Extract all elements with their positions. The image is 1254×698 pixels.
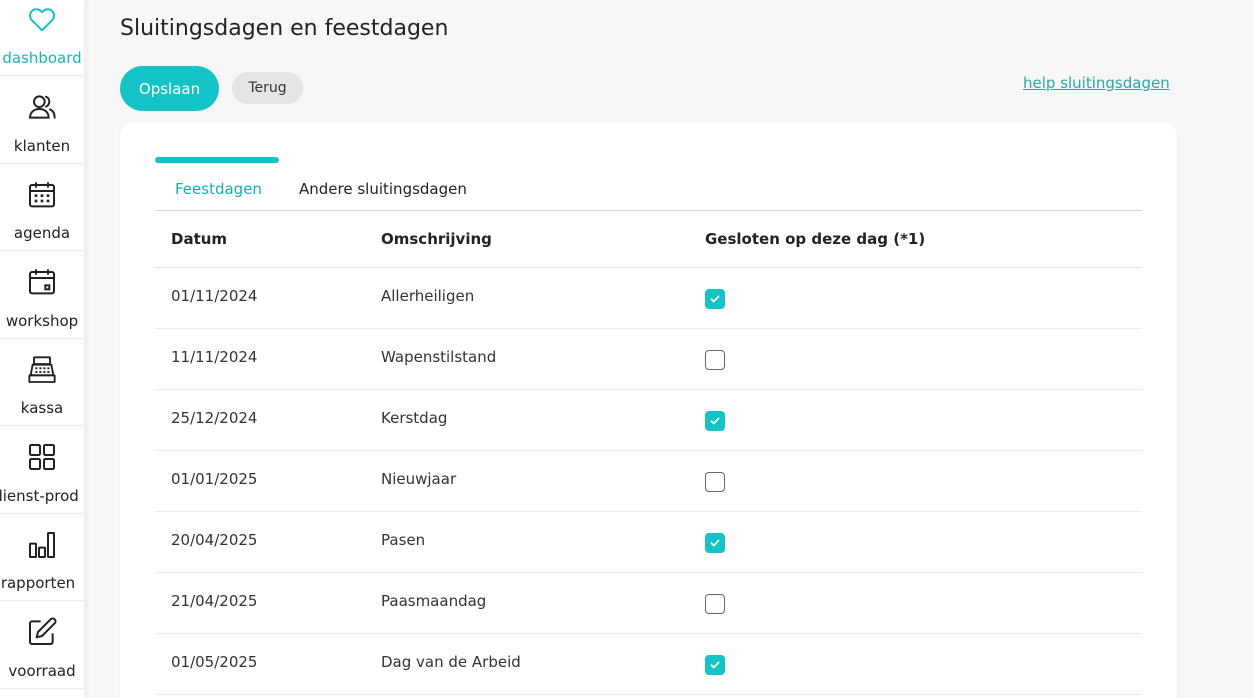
row-date: 01/11/2024 [155,267,381,329]
row-description: Wapenstilstand [381,328,705,390]
column-header-omschrijving: Omschrijving [381,212,705,268]
closed-checkbox[interactable] [705,654,725,675]
column-header-gesloten: Gesloten op deze dag (*1) [705,212,1142,268]
calendar-icon [25,178,59,212]
sidebar-item-workshop[interactable]: workshop [0,251,84,339]
row-date: 01/01/2025 [155,450,381,512]
sidebar-item-label: agenda [13,224,71,242]
table-body: 01/11/2024 Allerheiligen 11/11/2024 Wape… [155,267,1142,695]
row-description: Allerheiligen [381,267,705,329]
sidebar-item-dashboard[interactable]: dashboard [0,0,84,76]
tab-andere-sluitingsdagen[interactable]: Andere sluitingsdagen [299,180,467,198]
holidays-table: Datum Omschrijving Gesloten op deze dag … [155,212,1142,695]
table-row: 21/04/2025 Paasmaandag [155,572,1142,634]
table-header-row: Datum Omschrijving Gesloten op deze dag … [155,212,1142,268]
sidebar: dashboard klanten agenda workshop kassa … [0,0,84,698]
closed-checkbox[interactable] [705,593,725,614]
closed-checkbox[interactable] [705,410,725,431]
table-row: 11/11/2024 Wapenstilstand [155,328,1142,390]
row-description: Paasmaandag [381,572,705,634]
column-header-datum: Datum [155,212,381,268]
page-title: Sluitingsdagen en feestdagen [120,16,449,41]
sidebar-item-label: workshop [5,311,79,330]
edit-icon [25,615,59,649]
tab-bar: Feestdagen Andere sluitingsdagen [155,157,1142,211]
checkmark-icon [710,417,720,424]
table-row: 20/04/2025 Pasen [155,511,1142,573]
row-date: 01/05/2025 [155,633,381,695]
table-row: 25/12/2024 Kerstdag [155,389,1142,451]
heart-icon [25,2,59,36]
closed-checkbox[interactable] [705,471,725,492]
sidebar-item-label: dashboard [2,49,82,67]
sidebar-item-voorraad[interactable]: voorraad [0,601,84,689]
sidebar-item-label: rapporten [0,574,76,592]
sidebar-item-kassa[interactable]: kassa [0,339,84,426]
sidebar-item-label: voorraad [8,661,76,680]
row-date: 25/12/2024 [155,389,381,451]
calendar-event-icon [25,265,59,299]
sidebar-item-klanten[interactable]: klanten [0,76,84,164]
sidebar-item-label: klanten [13,136,71,155]
row-date: 20/04/2025 [155,511,381,573]
back-button[interactable]: Terug [232,72,303,104]
save-button[interactable]: Opslaan [120,66,219,111]
sidebar-item-dienst-prod[interactable]: dienst-prod [0,426,84,514]
table-row: 01/05/2025 Dag van de Arbeid [155,633,1142,695]
closed-checkbox[interactable] [705,532,725,553]
row-date: 21/04/2025 [155,572,381,634]
table-row: 01/11/2024 Allerheiligen [155,267,1142,329]
row-description: Pasen [381,511,705,573]
sidebar-item-label: dienst-prod [0,486,79,505]
table-row: 01/01/2025 Nieuwjaar [155,450,1142,512]
row-date: 11/11/2024 [155,328,381,390]
active-tab-indicator [155,157,279,163]
closed-checkbox[interactable] [705,288,725,309]
tab-feestdagen[interactable]: Feestdagen [175,180,262,198]
users-icon [25,90,59,124]
bar-chart-icon [25,528,59,562]
sidebar-item-label: kassa [20,399,64,417]
help-link[interactable]: help sluitingsdagen [1023,74,1170,92]
checkmark-icon [710,539,720,546]
row-description: Dag van de Arbeid [381,633,705,695]
row-description: Nieuwjaar [381,450,705,512]
holidays-card: Feestdagen Andere sluitingsdagen Datum O… [120,122,1177,698]
closed-checkbox[interactable] [705,349,725,370]
checkmark-icon [710,295,720,302]
cash-register-icon [25,353,59,387]
row-description: Kerstdag [381,389,705,451]
sidebar-item-agenda[interactable]: agenda [0,164,84,251]
sidebar-item-rapporten[interactable]: rapporten [0,514,84,601]
checkmark-icon [710,661,720,668]
grid-icon [25,440,59,474]
